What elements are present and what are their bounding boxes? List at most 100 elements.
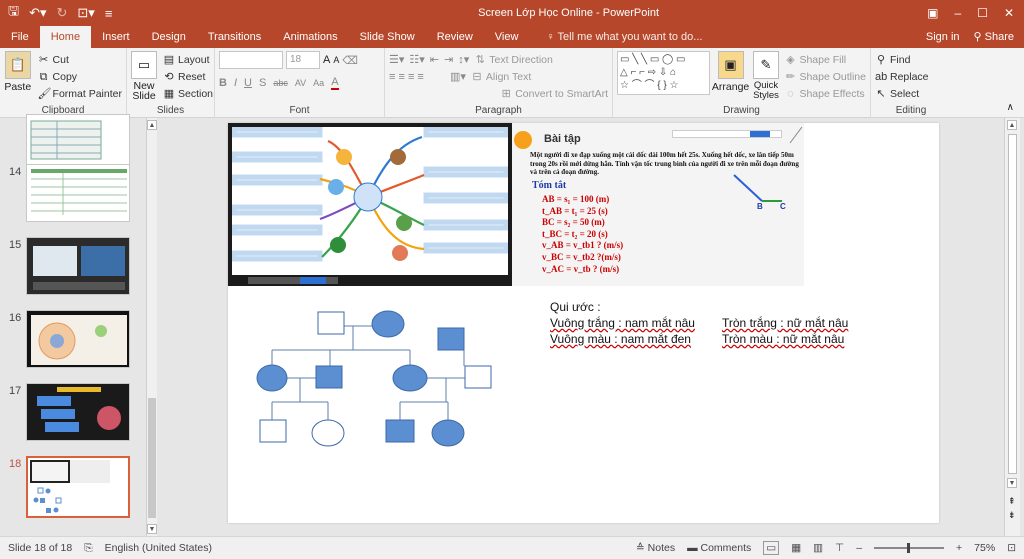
spellcheck-icon[interactable]: ⎘ (84, 542, 92, 555)
font-size-box[interactable]: 18 (286, 51, 320, 69)
align-text-button[interactable]: ⊟ Align Text (471, 68, 531, 85)
window-title: Screen Lớp Học Online - PowerPoint (478, 7, 659, 19)
next-slide-icon[interactable]: ⇟ (1008, 510, 1016, 521)
restore-icon[interactable]: ☐ (977, 6, 988, 20)
collapse-ribbon-icon[interactable]: ∧ (1007, 102, 1014, 113)
share-button[interactable]: ⚲ Share (974, 26, 1014, 48)
new-slide-button[interactable]: ▭ New Slide (131, 51, 157, 101)
slide-scrollbar[interactable]: ▲ ▼ ⇞ ⇟ (1004, 118, 1020, 536)
customize-qat-icon[interactable]: ≡ (105, 6, 113, 21)
shadow-button[interactable]: S (259, 77, 266, 89)
notes-button[interactable]: ≙ Notes (636, 542, 675, 554)
font-name-box[interactable] (219, 51, 283, 69)
paste-button[interactable]: 📋 Paste (4, 51, 32, 93)
tab-animations[interactable]: Animations (272, 26, 348, 48)
legend-item: Vuông trắng : nam mắt nâu (550, 316, 695, 330)
arrange-button[interactable]: ▣ Arrange (712, 51, 749, 93)
underline-button[interactable]: U (244, 77, 252, 89)
format-painter-button[interactable]: 🖌 Format Painter (38, 85, 122, 102)
section-button[interactable]: ▦ Section (163, 85, 213, 102)
thumbnail-scrollbar[interactable]: ▲ ▼ (146, 118, 157, 536)
thumbnail-15[interactable]: 15 (0, 237, 147, 297)
ribbon-tabs: File Home Insert Design Transitions Anim… (0, 26, 1024, 48)
reading-view-icon[interactable]: ▥ (813, 542, 823, 554)
shape-outline-button[interactable]: ✏ Shape Outline (784, 68, 866, 85)
paragraph-group-label: Paragraph (475, 105, 522, 116)
scroll-up-arrow[interactable]: ▲ (1007, 120, 1017, 130)
find-button[interactable]: ⚲ Find (875, 51, 947, 68)
cut-button[interactable]: ✂ Cut (38, 51, 122, 68)
char-spacing-button[interactable]: AV (295, 78, 306, 88)
tab-transitions[interactable]: Transitions (197, 26, 272, 48)
bold-button[interactable]: B (219, 77, 227, 89)
scroll-thumb[interactable] (148, 398, 156, 518)
previous-slide-icon[interactable]: ⇞ (1008, 496, 1016, 507)
reset-label: Reset (178, 70, 206, 83)
shape-fill-button[interactable]: ◈ Shape Fill (784, 51, 866, 68)
current-slide[interactable]: Bài tập Một người đi xe đạp xuống một cá… (228, 123, 939, 523)
strikethrough-button[interactable]: abc (273, 78, 288, 88)
normal-view-icon[interactable]: ▭ (763, 541, 780, 555)
quick-styles-button[interactable]: ✎ Quick Styles (752, 51, 781, 101)
fit-slide-icon[interactable]: ⊡ (1007, 542, 1016, 554)
decrease-indent-icon[interactable]: ⇤ (430, 53, 439, 66)
zoom-out-icon[interactable]: – (856, 542, 862, 554)
language-indicator[interactable]: English (United States) (105, 542, 212, 555)
zoom-slider[interactable] (874, 543, 945, 553)
increase-indent-icon[interactable]: ⇥ (444, 53, 453, 66)
slide-thumbnails-pane: 14 15 16 17 18 (0, 114, 147, 536)
layout-button[interactable]: ▤ Layout (163, 51, 213, 68)
change-case-button[interactable]: Aa (313, 78, 324, 88)
clear-formatting-icon[interactable]: ⌫ (342, 54, 358, 67)
select-button[interactable]: ↖ Select (875, 85, 947, 102)
tab-file[interactable]: File (0, 26, 40, 48)
align-left-icon[interactable]: ≡ ≡ ≡ ≡ (389, 71, 445, 83)
close-icon[interactable]: ✕ (1004, 6, 1014, 20)
shape-effects-button[interactable]: ◌ Shape Effects (784, 85, 866, 102)
copy-button[interactable]: ⧉ Copy (38, 68, 122, 85)
thumbnail-16[interactable]: 16 (0, 310, 147, 370)
reset-button[interactable]: ⟲ Reset (163, 68, 213, 85)
scroll-down-arrow[interactable]: ▼ (1007, 478, 1017, 488)
slideshow-view-icon[interactable]: ⊤ (835, 542, 844, 554)
columns-icon[interactable]: ▥▾ (450, 70, 466, 83)
thumbnail-18[interactable]: 18 (0, 456, 147, 518)
convert-smartart-button[interactable]: ⊞ Convert to SmartArt (500, 85, 608, 102)
bullets-icon[interactable]: ☰▾ (389, 53, 404, 66)
tab-slide-show[interactable]: Slide Show (349, 26, 426, 48)
zoom-level[interactable]: 75% (974, 542, 995, 554)
zoom-in-icon[interactable]: + (956, 542, 962, 554)
font-color-button[interactable]: A (331, 76, 339, 90)
start-from-beginning-icon[interactable]: ⊡▾ (77, 5, 94, 21)
comments-button[interactable]: ▬ Comments (687, 542, 751, 554)
minimize-icon[interactable]: – (954, 6, 961, 20)
mind-map-canvas (231, 126, 509, 275)
scroll-up-arrow[interactable]: ▲ (147, 120, 157, 130)
ribbon-display-options-icon[interactable]: ▣ (927, 6, 938, 20)
shapes-gallery[interactable]: ▭ ╲ ╲ ▭ ◯ ▭ △ ⌐ ⌐ ⇨ ⇩ ⌂ ☆ ⌒ ⌒ { } ☆ (617, 51, 710, 95)
line-spacing-icon[interactable]: ↕▾ (458, 53, 469, 66)
scroll-down-arrow[interactable]: ▼ (147, 524, 157, 534)
sign-in-link[interactable]: Sign in (926, 26, 960, 48)
tab-design[interactable]: Design (141, 26, 197, 48)
tab-home[interactable]: Home (39, 26, 92, 48)
replace-button[interactable]: ab Replace (875, 68, 947, 85)
slide-sorter-icon[interactable]: ▦ (791, 542, 801, 554)
tab-insert[interactable]: Insert (91, 26, 141, 48)
tab-view[interactable]: View (484, 26, 530, 48)
undo-icon[interactable]: ↶▾ (29, 5, 46, 21)
tell-me-search[interactable]: ♀ Tell me what you want to do... (535, 26, 713, 48)
grow-font-icon[interactable]: A (323, 54, 330, 66)
numbering-icon[interactable]: ☷▾ (409, 53, 424, 66)
italic-button[interactable]: I (234, 77, 237, 89)
thumbnail-17[interactable]: 17 (0, 383, 147, 443)
text-direction-button[interactable]: ⇅ Text Direction (474, 51, 553, 68)
thumbnail-number: 18 (9, 458, 22, 470)
scroll-thumb[interactable] (1008, 134, 1017, 474)
slide-editing-area: Bài tập Một người đi xe đạp xuống một cá… (158, 118, 1004, 536)
save-icon[interactable]: 🖫 (8, 2, 19, 24)
redo-icon[interactable]: ↻ (57, 5, 68, 21)
tab-review[interactable]: Review (426, 26, 484, 48)
shrink-font-icon[interactable]: A (333, 55, 339, 65)
thumbnail-14[interactable]: 14 (0, 164, 147, 224)
